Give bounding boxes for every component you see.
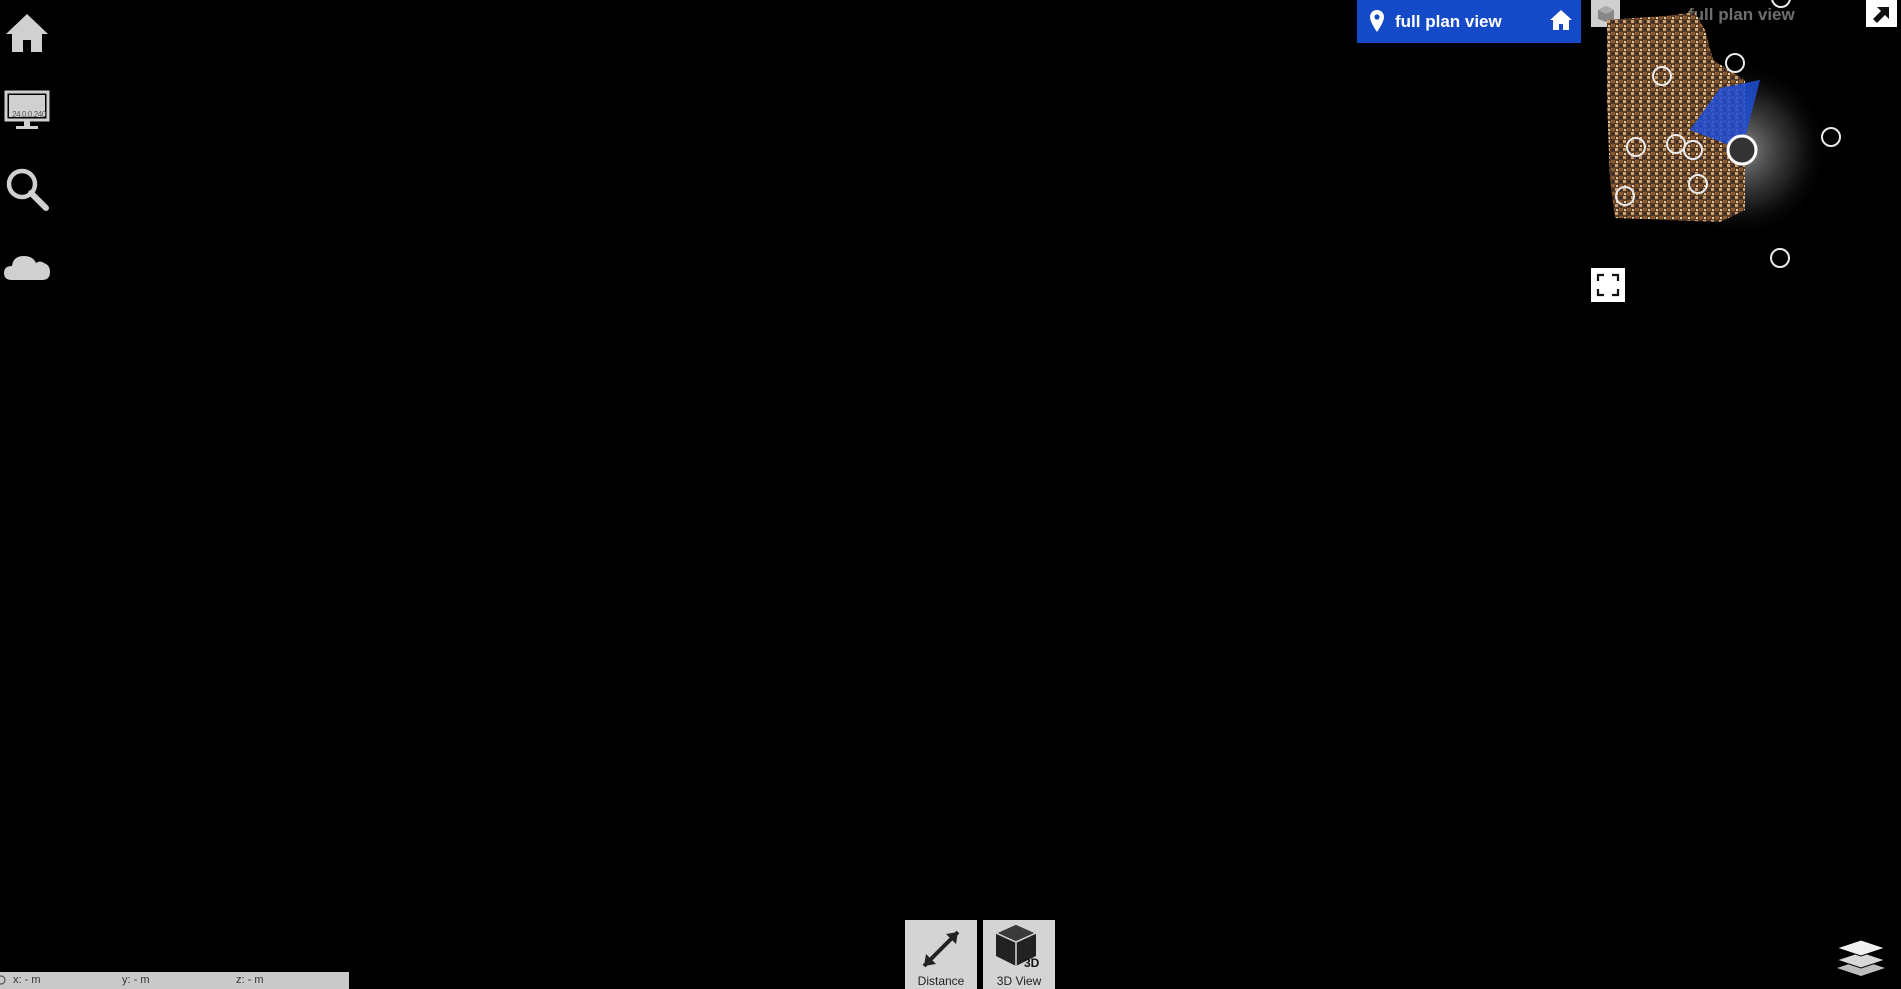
minimap[interactable]: [1595, 0, 1901, 310]
search-button[interactable]: [0, 162, 54, 216]
panorama-point[interactable]: [1771, 0, 1791, 8]
home-button[interactable]: [0, 6, 54, 60]
fullscreen-icon: [1596, 273, 1620, 297]
crosshair-icon: [0, 975, 6, 985]
cube-3d-icon: 3D: [994, 922, 1044, 974]
layers-button[interactable]: [1833, 934, 1889, 978]
current-position-marker[interactable]: [1726, 134, 1758, 166]
coord-x: x: - m: [13, 974, 41, 986]
monitor-button[interactable]: 24.0.0.240: [0, 84, 54, 138]
3d-badge: 3D: [1024, 956, 1040, 970]
search-icon: [6, 168, 49, 211]
plan-label: full plan view: [1395, 11, 1502, 31]
layers-icon: [1835, 939, 1887, 976]
panorama-point[interactable]: [1770, 248, 1790, 268]
viewer-root[interactable]: 24.0.0.240 full plan view full plan view: [0, 0, 1901, 989]
home-icon: [1550, 10, 1572, 30]
3d-view-label: 3D View: [996, 974, 1042, 988]
distance-label: Distance: [917, 974, 965, 988]
fullscreen-minimap-button[interactable]: [1591, 268, 1625, 302]
coord-y: y: - m: [122, 974, 150, 986]
ip-label: 24.0.0.240: [12, 110, 46, 119]
coordinates-bar: x: - m y: - m z: - m: [0, 972, 349, 989]
map-pin-icon: [1370, 10, 1384, 32]
3d-view-button[interactable]: 3D 3D View: [983, 920, 1055, 989]
monitor-icon: 24.0.0.240: [4, 90, 50, 132]
cloud-button[interactable]: [0, 240, 54, 294]
measure-distance-icon: [922, 930, 960, 968]
full-plan-view-button[interactable]: full plan view: [1357, 0, 1581, 43]
home-icon: [6, 14, 48, 52]
cloud-icon: [4, 256, 50, 280]
coord-z: z: - m: [236, 974, 264, 986]
distance-tool-button[interactable]: Distance: [905, 920, 977, 989]
